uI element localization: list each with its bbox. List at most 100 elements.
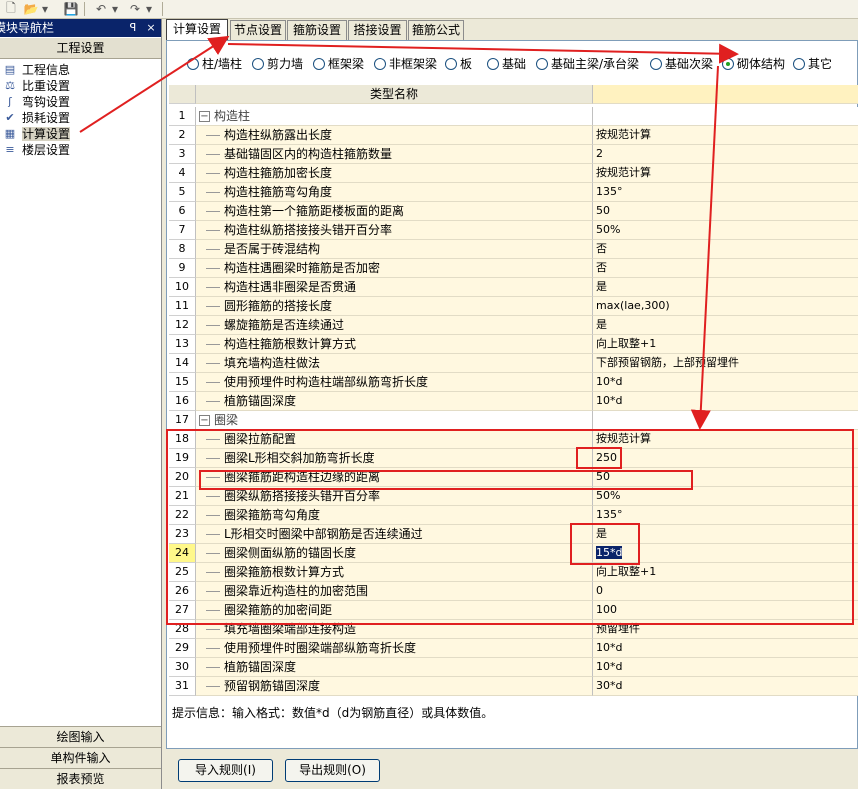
row-number: 6 (169, 202, 196, 221)
tab[interactable]: 节点设置 (230, 20, 286, 40)
row-name-text: 基础锚固区内的构造柱箍筋数量 (224, 147, 393, 161)
row-value-cell[interactable]: 否 (593, 259, 858, 278)
row-value-cell[interactable]: 50% (593, 221, 858, 240)
radio-option[interactable]: 柱/墙柱 (187, 56, 242, 72)
table-row[interactable]: 5 构造柱箍筋弯勾角度 135° (169, 183, 858, 202)
radio-option[interactable]: 基础主梁/承台梁 (536, 56, 639, 72)
row-value-cell[interactable]: 是 (593, 278, 858, 297)
close-icon[interactable]: × (144, 20, 158, 35)
table-row[interactable]: 29 使用预埋件时圈梁端部纵筋弯折长度 10*d (169, 639, 858, 658)
row-value-cell[interactable]: max(lae,300) (593, 297, 858, 316)
table-row[interactable]: 14 填充墙构造柱做法 下部预留钢筋，上部预留埋件 (169, 354, 858, 373)
row-value-cell[interactable]: 2 (593, 145, 858, 164)
nav-item[interactable]: ≡ 楼层设置 (0, 142, 161, 158)
radio-option[interactable]: 其它 (793, 56, 832, 72)
row-value-cell[interactable]: 30*d (593, 677, 858, 696)
row-value: 是 (596, 280, 607, 293)
nav-item[interactable]: ✔ 损耗设置 (0, 110, 161, 126)
nav-drawing-input-button[interactable]: 绘图输入 (0, 726, 161, 747)
nav-item[interactable]: ▦ 计算设置 (0, 126, 161, 142)
toolbar-separator (162, 2, 163, 16)
row-value-cell[interactable]: 按规范计算 (593, 126, 858, 145)
tree-line (206, 629, 220, 630)
row-value-cell[interactable]: 否 (593, 240, 858, 259)
row-value-cell[interactable]: 向上取整+1 (593, 335, 858, 354)
table-row[interactable]: 10 构造柱遇非圈梁是否贯通 是 (169, 278, 858, 297)
row-value-cell[interactable]: 按规范计算 (593, 164, 858, 183)
export-rules-button[interactable]: 导出规则(O) (285, 759, 380, 782)
table-row[interactable]: 6 构造柱第一个箍筋距楼板面的距离 50 (169, 202, 858, 221)
group-header-project-settings[interactable]: 工程设置 (0, 38, 161, 59)
weight-icon: ⚖ (5, 79, 15, 92)
collapse-icon[interactable]: − (199, 415, 210, 426)
row-name-text: 使用预埋件时圈梁端部纵筋弯折长度 (224, 641, 417, 655)
undo-dropdown-icon[interactable]: ▾ (110, 1, 120, 17)
nav-item[interactable]: ⚖ 比重设置 (0, 78, 161, 94)
row-name: − 圈梁 (196, 411, 593, 430)
row-value-cell[interactable] (593, 411, 858, 430)
table-row[interactable]: 4 构造柱箍筋加密长度 按规范计算 (169, 164, 858, 183)
table-row[interactable]: 2 构造柱纵筋露出长度 按规范计算 (169, 126, 858, 145)
radio-option[interactable]: 剪力墙 (252, 56, 303, 72)
row-value-cell[interactable]: 是 (593, 316, 858, 335)
row-value-cell[interactable]: 10*d (593, 639, 858, 658)
redo-dropdown-icon[interactable]: ▾ (144, 1, 154, 17)
open-folder-icon[interactable]: 📂 (22, 1, 40, 17)
annotation-box-250 (576, 447, 622, 469)
row-name: 构造柱遇非圈梁是否贯通 (196, 278, 593, 297)
open-dropdown-icon[interactable]: ▾ (40, 1, 50, 17)
table-row[interactable]: 12 螺旋箍筋是否连续通过 是 (169, 316, 858, 335)
row-name: 构造柱箍筋根数计算方式 (196, 335, 593, 354)
table-row[interactable]: 31 预留钢筋锚固深度 30*d (169, 677, 858, 696)
table-row[interactable]: 9 构造柱遇圈梁时箍筋是否加密 否 (169, 259, 858, 278)
pin-icon[interactable]: ꟼ (126, 20, 140, 35)
nav-item-label: 损耗设置 (22, 111, 71, 125)
header-name-cell: 类型名称 (196, 85, 593, 104)
radio-option[interactable]: 板 (445, 56, 472, 72)
table-row[interactable]: 16 植筋锚固深度 10*d (169, 392, 858, 411)
nav-item[interactable]: ▤ 工程信息 (0, 62, 161, 78)
radio-option[interactable]: 非框架梁 (374, 56, 437, 72)
annotation-box-ring-beam (166, 429, 854, 625)
table-row[interactable]: 13 构造柱箍筋根数计算方式 向上取整+1 (169, 335, 858, 354)
import-rules-button[interactable]: 导入规则(I) (178, 759, 273, 782)
table-row[interactable]: 30 植筋锚固深度 10*d (169, 658, 858, 677)
radio-option[interactable]: 基础次梁 (650, 56, 713, 72)
tab[interactable]: 计算设置 (166, 19, 228, 41)
radio-option[interactable]: 砌体结构 (722, 56, 785, 72)
row-value-cell[interactable]: 50 (593, 202, 858, 221)
row-number: 13 (169, 335, 196, 354)
save-icon[interactable]: 💾 (62, 1, 80, 17)
undo-icon[interactable]: ↶ (92, 1, 110, 17)
radio-option[interactable]: 框架梁 (313, 56, 364, 72)
nav-item[interactable]: ʃ 弯钩设置 (0, 94, 161, 110)
row-value-cell[interactable]: 10*d (593, 392, 858, 411)
redo-icon[interactable]: ↷ (126, 1, 144, 17)
nav-report-preview-button[interactable]: 报表预览 (0, 768, 161, 789)
row-value-cell[interactable]: 下部预留钢筋，上部预留埋件 (593, 354, 858, 373)
radio-option[interactable]: 基础 (487, 56, 526, 72)
nav-list: ▤ 工程信息 ⚖ 比重设置 ʃ 弯钩设置 ✔ 损耗设置 ▦ 计算设置 ≡ 楼层设置 (0, 62, 161, 158)
tab[interactable]: 箍筋设置 (287, 20, 347, 40)
table-row[interactable]: 11 圆形箍筋的搭接长度 max(lae,300) (169, 297, 858, 316)
row-value-cell[interactable]: 10*d (593, 658, 858, 677)
row-number: 4 (169, 164, 196, 183)
table-row[interactable]: 8 是否属于砖混结构 否 (169, 240, 858, 259)
tab[interactable]: 箍筋公式 (408, 20, 464, 40)
new-file-icon[interactable]: 🗋 (2, 1, 20, 17)
row-name-text: 构造柱箍筋弯勾角度 (224, 185, 333, 199)
row-value-cell[interactable]: 10*d (593, 373, 858, 392)
row-value-cell[interactable] (593, 107, 858, 126)
row-value: 2 (596, 147, 603, 160)
row-value-cell[interactable]: 135° (593, 183, 858, 202)
group-row[interactable]: 17− 圈梁 (169, 411, 858, 430)
table-row[interactable]: 7 构造柱纵筋搭接接头错开百分率 50% (169, 221, 858, 240)
nav-single-component-button[interactable]: 单构件输入 (0, 747, 161, 768)
row-name-text: 预留钢筋锚固深度 (224, 679, 321, 693)
table-row[interactable]: 15 使用预埋件时构造柱端部纵筋弯折长度 10*d (169, 373, 858, 392)
row-number: 14 (169, 354, 196, 373)
tab[interactable]: 搭接设置 (348, 20, 407, 40)
table-row[interactable]: 3 基础锚固区内的构造柱箍筋数量 2 (169, 145, 858, 164)
group-row[interactable]: 1− 构造柱 (169, 107, 858, 126)
collapse-icon[interactable]: − (199, 111, 210, 122)
